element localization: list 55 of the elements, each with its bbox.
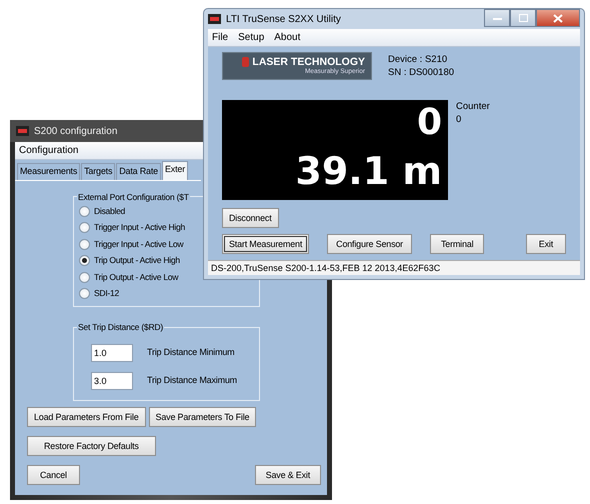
field-label: Trip Distance Maximum xyxy=(147,374,237,387)
button[interactable]: Configure Sensor xyxy=(327,234,412,254)
tab[interactable]: Data Rate xyxy=(116,163,161,180)
option-label: Trip Output - Active High xyxy=(94,254,180,268)
maximize-icon xyxy=(518,14,528,22)
option-label: SDI-12 xyxy=(94,287,119,300)
radio-button[interactable] xyxy=(79,238,90,250)
distance-value: 39.1 m xyxy=(295,148,442,195)
serial-label: SN : DS000180 xyxy=(388,66,454,79)
logo-text: LASER TECHNOLOGY xyxy=(252,56,365,67)
app-icon xyxy=(208,14,221,24)
radio-button[interactable] xyxy=(79,272,90,283)
option-label: Trip Output - Active Low xyxy=(94,270,178,284)
tab[interactable]: Exter xyxy=(162,161,188,180)
menu-item[interactable]: Setup xyxy=(238,30,264,46)
button[interactable]: Exit xyxy=(526,234,566,254)
status-bar: DS-200,TruSense S200-1.14-53,FEB 12 2013,4E62F63C xyxy=(208,260,580,275)
tab[interactable]: Targets xyxy=(81,163,116,180)
app-icon xyxy=(16,126,29,136)
maximize-button[interactable] xyxy=(510,9,536,27)
input-field[interactable]: 3.0 xyxy=(91,372,133,390)
menu-item[interactable]: About xyxy=(274,30,300,46)
radio-button[interactable] xyxy=(79,222,90,234)
input-field[interactable]: 1.0 xyxy=(91,344,133,362)
count-value: 0 xyxy=(416,101,442,145)
radio-button[interactable] xyxy=(79,255,90,266)
button[interactable]: Disconnect xyxy=(222,208,279,228)
logo-icon xyxy=(242,56,250,67)
option-label: Trigger Input - Active Low xyxy=(94,238,184,251)
radio-button[interactable] xyxy=(79,206,90,217)
group-title: Set Trip Distance ($RD) xyxy=(77,323,164,332)
tab[interactable]: Measurements xyxy=(17,163,80,180)
field-label: Trip Distance Minimum xyxy=(147,346,234,359)
minimize-icon xyxy=(492,16,502,20)
radio-button[interactable] xyxy=(79,288,90,300)
menu-item[interactable]: Configuration xyxy=(19,143,78,158)
group-title: External Port Configuration ($T xyxy=(77,192,190,202)
counter-label: Counter xyxy=(456,100,490,113)
window-title: S200 configuration xyxy=(34,124,118,138)
button[interactable]: Restore Factory Defaults xyxy=(27,436,156,456)
close-button[interactable] xyxy=(536,9,580,27)
close-icon xyxy=(553,14,563,22)
option-label: Disabled xyxy=(94,204,126,218)
counter-value: 0 xyxy=(456,113,462,126)
button[interactable]: Terminal xyxy=(430,234,484,254)
device-label: Device : S210 xyxy=(388,53,448,66)
window-title: LTI TruSense S2XX Utility xyxy=(226,12,342,27)
minimize-button[interactable] xyxy=(484,9,510,27)
button[interactable]: Save & Exit xyxy=(254,464,321,485)
button[interactable]: Cancel xyxy=(27,464,80,485)
option-label: Trigger Input - Active High xyxy=(94,221,185,234)
button[interactable]: Start Measurement xyxy=(222,234,310,254)
button[interactable]: Save Parameters To File xyxy=(148,406,256,427)
button[interactable]: Load Parameters From File xyxy=(27,406,146,427)
menu-item[interactable]: File xyxy=(212,30,228,46)
